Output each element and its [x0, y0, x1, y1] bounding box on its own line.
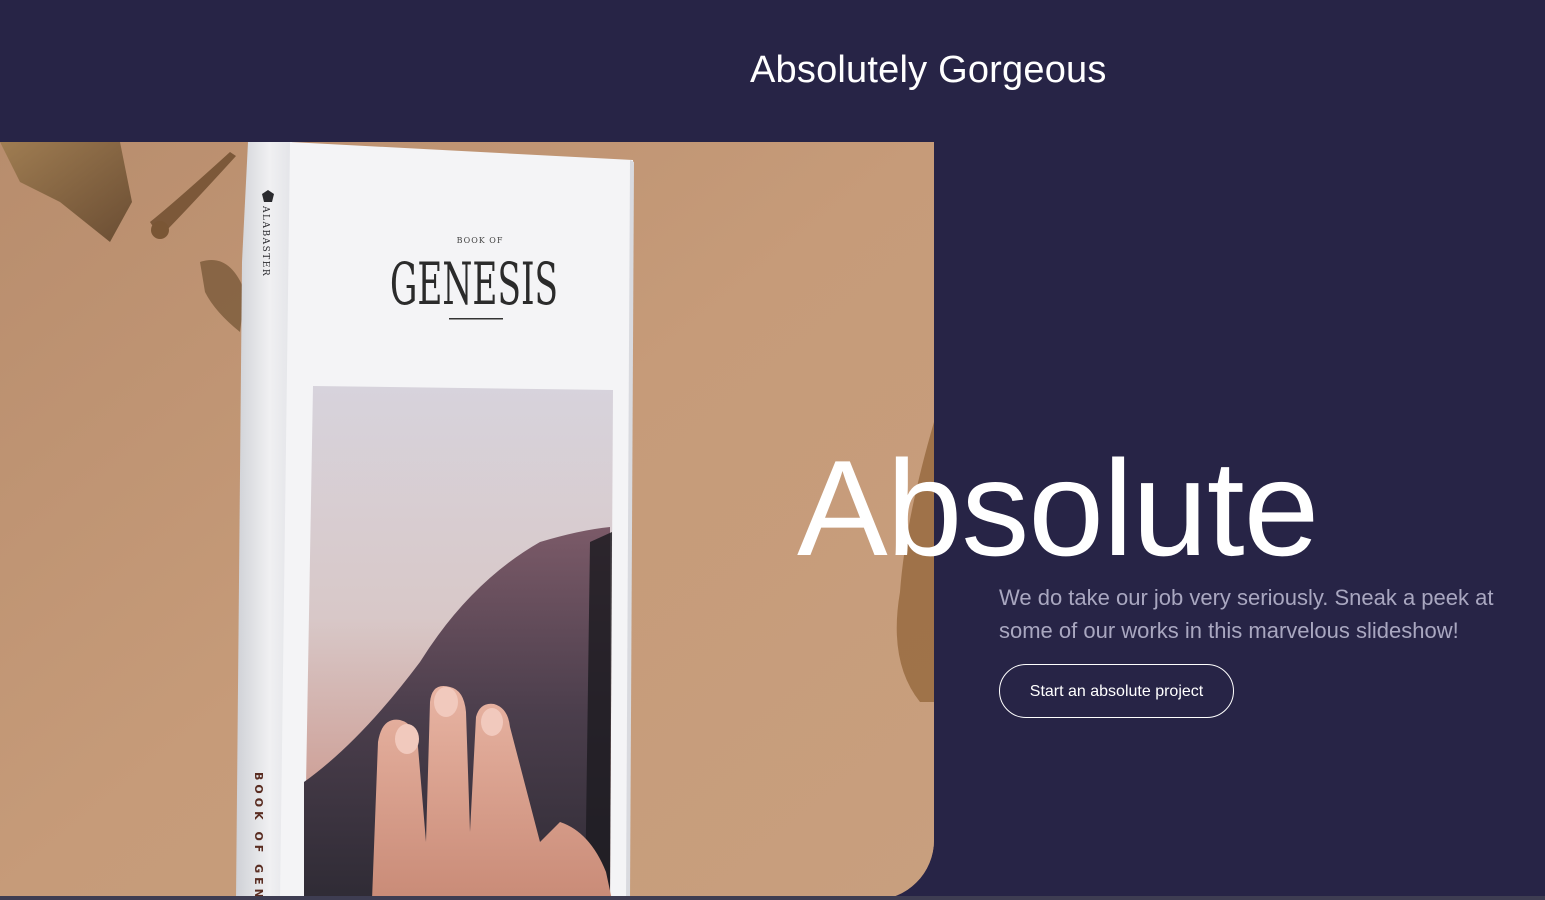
start-project-button[interactable]: Start an absolute project	[999, 664, 1234, 718]
cover-title: GENESIS	[390, 250, 558, 318]
hero-heading: Absolute	[797, 432, 1319, 584]
spine-title: BOOK OF GENE	[252, 772, 265, 900]
seed	[151, 221, 169, 239]
book-photo: ALABASTER BOOK OF GENE BOOK OF GENESIS	[0, 142, 934, 900]
hero-image: ALABASTER BOOK OF GENE BOOK OF GENESIS	[0, 142, 934, 900]
spine-brand: ALABASTER	[260, 205, 270, 277]
site-title: Absolutely Gorgeous	[750, 49, 1107, 91]
bottom-divider	[0, 896, 1545, 900]
cover-kicker: BOOK OF	[457, 236, 504, 245]
page: Absolutely Gorgeous ALABASTER BOOK OF GE…	[0, 0, 1545, 900]
hero-description: We do take our job very seriously. Sneak…	[999, 585, 1494, 643]
